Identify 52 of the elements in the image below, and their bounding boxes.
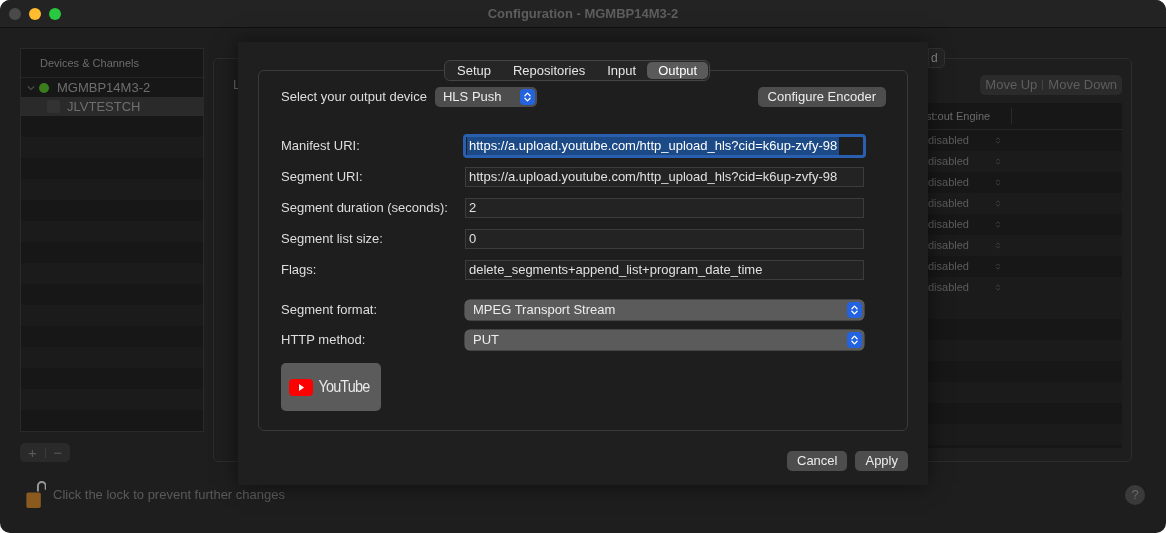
- text-field[interactable]: https://a.upload.youtube.com/http_upload_hls?cid=k6up-zvfy-98: [463, 133, 866, 158]
- chevron-icon: [995, 283, 1001, 292]
- cancel-button[interactable]: Cancel: [787, 451, 848, 471]
- device-label: Select your output device: [281, 87, 427, 106]
- configure-encoder-button[interactable]: Configure Encoder: [757, 86, 886, 107]
- field-label: Segment duration (seconds):: [281, 198, 449, 217]
- chevron-icon: [995, 136, 1001, 145]
- field-value: delete_segments+append_list+program_date_time: [469, 260, 763, 279]
- minimize-button[interactable]: [29, 7, 41, 20]
- field-label: Segment URI:: [281, 167, 364, 186]
- chevron-icon: [850, 334, 859, 346]
- field-label: Segment format:: [281, 301, 379, 320]
- tab[interactable]: Setup: [446, 62, 502, 79]
- column-header: Devices & Channels: [40, 55, 140, 71]
- field-value: 2: [469, 198, 477, 217]
- chevron-icon: [995, 199, 1001, 208]
- play-icon: [288, 378, 313, 396]
- padlock-icon[interactable]: [26, 480, 46, 509]
- tab[interactable]: Repositories: [502, 62, 597, 79]
- text-field[interactable]: https://a.upload.youtube.com/http_upload_hls?cid=k6up-zvfy-98: [465, 166, 864, 187]
- text-field[interactable]: 2: [465, 197, 864, 218]
- tab-fragment[interactable]: d: [928, 48, 945, 68]
- text-field[interactable]: 0: [465, 228, 864, 249]
- youtube-button[interactable]: YouTube: [281, 363, 381, 411]
- field-label: Segment list size:: [281, 229, 384, 248]
- field-value: 0: [469, 229, 477, 248]
- device-name: MGMBP14M3-2: [57, 78, 151, 97]
- field-label: Flags:: [281, 260, 318, 279]
- field-value: https://a.upload.youtube.com/http_upload_hls?cid=k6up-zvfy-98: [469, 167, 838, 186]
- zoom-button[interactable]: [49, 7, 61, 20]
- tab[interactable]: Input: [596, 62, 648, 79]
- tree-row[interactable]: MGMBP14M3-2: [21, 78, 203, 97]
- apply-button[interactable]: Apply: [855, 451, 908, 471]
- channel-row[interactable]: JLVTESTCH: [21, 97, 203, 116]
- dropdown[interactable]: PUT: [465, 330, 864, 350]
- device-dropdown[interactable]: HLS Push: [435, 86, 537, 107]
- text-field[interactable]: delete_segments+append_list+program_date_time: [465, 259, 864, 280]
- dropdown[interactable]: MPEG Transport Stream: [465, 300, 864, 320]
- field-label: Manifest URI:: [281, 136, 361, 155]
- field-label: HTTP method:: [281, 331, 367, 350]
- chevron-icon: [850, 304, 859, 316]
- chevron-icon: [995, 241, 1001, 250]
- lock-text: Click the lock to prevent further changes: [53, 485, 285, 504]
- chevron-icon: [995, 220, 1001, 229]
- chevron-icon: [995, 178, 1001, 187]
- chevron-icon: [995, 262, 1001, 271]
- chevron-icon: [995, 157, 1001, 166]
- field-value: https://a.upload.youtube.com/http_upload_hls?cid=k6up-zvfy-98: [467, 136, 840, 155]
- tab[interactable]: Output: [647, 62, 709, 79]
- window-title: Configuration - MGMBP14M3-2: [487, 4, 679, 23]
- chevron-icon: [523, 90, 532, 103]
- channel-name: JLVTESTCH: [67, 97, 141, 116]
